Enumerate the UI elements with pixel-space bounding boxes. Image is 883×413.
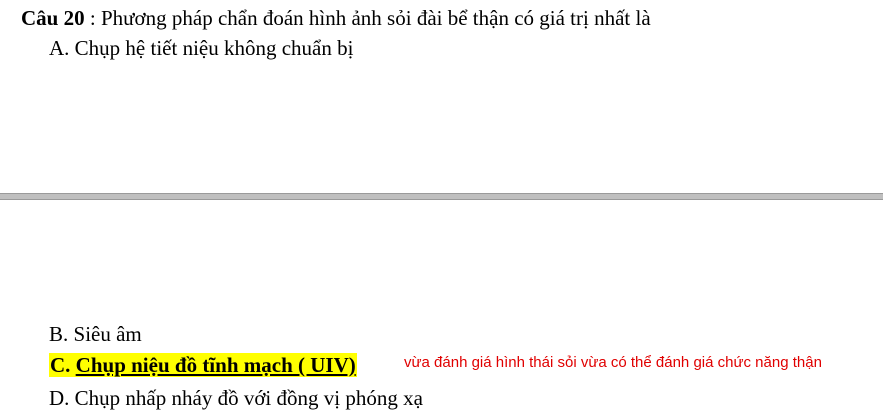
question-separator: : <box>84 6 101 30</box>
option-c-letter: C. <box>50 353 71 377</box>
correct-answer-highlight: C. Chụp niệu đồ tĩnh mạch ( UIV) <box>49 353 357 377</box>
question-number: Câu 20 <box>21 6 85 30</box>
option-b: B. Siêu âm <box>49 321 142 347</box>
option-b-text: Siêu âm <box>73 322 142 346</box>
option-c: C. Chụp niệu đồ tĩnh mạch ( UIV) <box>49 352 357 378</box>
option-b-letter: B. <box>49 322 69 346</box>
option-a-letter: A. <box>49 36 70 60</box>
question-line: Câu 20 : Phương pháp chẩn đoán hình ảnh … <box>21 5 651 31</box>
option-c-text: Chụp niệu đồ tĩnh mạch ( UIV) <box>75 353 356 377</box>
answer-explanation: vừa đánh giá hình thái sỏi vừa có thể đá… <box>404 354 822 371</box>
question-text: Phương pháp chẩn đoán hình ảnh sỏi đài b… <box>100 6 651 30</box>
option-a: A. Chụp hệ tiết niệu không chuẩn bị <box>49 35 353 61</box>
page-divider <box>0 193 883 200</box>
option-d-text: Chụp nhấp nháy đồ với đồng vị phóng xạ <box>74 386 423 410</box>
option-d-letter: D. <box>49 386 70 410</box>
option-d: D. Chụp nhấp nháy đồ với đồng vị phóng x… <box>49 385 423 411</box>
option-a-text: Chụp hệ tiết niệu không chuẩn bị <box>74 36 354 60</box>
